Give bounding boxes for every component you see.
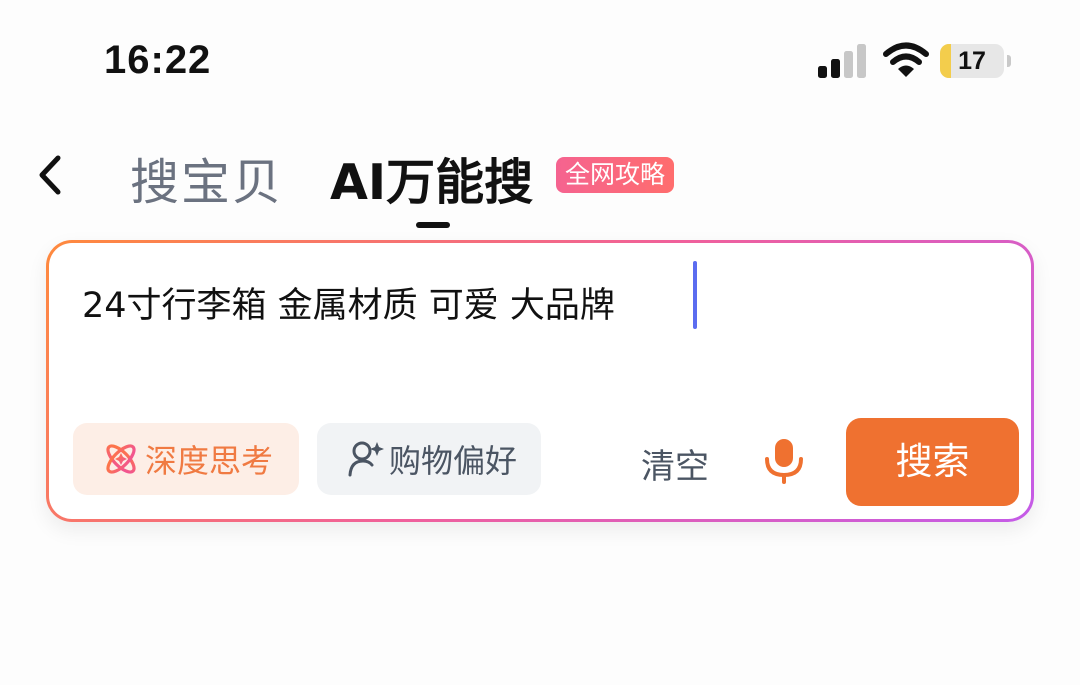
search-panel-body: 24寸行李箱 金属材质 可爱 大品牌 深度思考 购物偏好 清空 搜索 [49, 243, 1031, 519]
search-input[interactable]: 24寸行李箱 金属材质 可爱 大品牌 [82, 277, 615, 328]
shopping-preference-button[interactable]: 购物偏好 [317, 423, 541, 495]
battery-cap [1007, 55, 1011, 67]
battery-level: 17 [958, 47, 986, 75]
atom-icon [106, 444, 136, 474]
clear-button[interactable]: 清空 [641, 439, 709, 488]
user-sparkle-icon [348, 441, 384, 477]
shopping-preference-label: 购物偏好 [389, 442, 518, 480]
tab-search-items[interactable]: 搜宝贝 [130, 143, 283, 214]
tab-badge: 全网攻略 [556, 157, 675, 193]
wifi-icon [883, 42, 929, 77]
status-time: 16:22 [104, 38, 212, 82]
status-bar: 16:22 17 [0, 0, 1080, 120]
search-button[interactable]: 搜索 [846, 418, 1019, 506]
battery-icon: 17 [940, 44, 1012, 80]
tab-ai-search[interactable]: AI万能搜 [330, 143, 533, 214]
deep-think-label: 深度思考 [145, 442, 274, 480]
text-caret [693, 261, 697, 329]
active-tab-indicator [416, 222, 450, 228]
cellular-signal-icon [818, 44, 866, 78]
search-panel: 24寸行李箱 金属材质 可爱 大品牌 深度思考 购物偏好 清空 搜索 [46, 240, 1034, 522]
microphone-icon[interactable] [762, 437, 806, 485]
back-chevron-icon[interactable] [30, 150, 74, 200]
deep-think-toggle[interactable]: 深度思考 [73, 423, 299, 495]
